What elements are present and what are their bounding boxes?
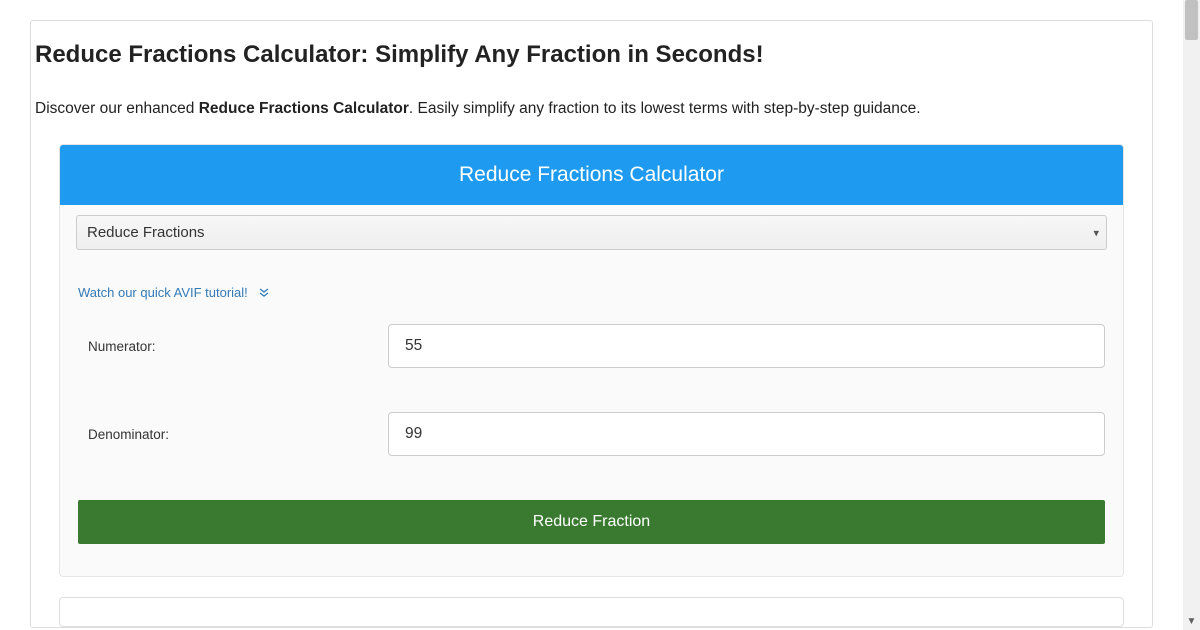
tutorial-link[interactable]: Watch our quick AVIF tutorial! <box>78 285 270 300</box>
vertical-scrollbar[interactable]: ▼ <box>1183 0 1200 630</box>
page-title: Reduce Fractions Calculator: Simplify An… <box>35 41 1152 69</box>
tutorial-link-text: Watch our quick AVIF tutorial! <box>78 285 248 300</box>
numerator-input[interactable] <box>388 324 1105 368</box>
intro-suffix: . Easily simplify any fraction to its lo… <box>409 100 921 117</box>
result-panel <box>59 597 1124 627</box>
scrollbar-down-arrow-icon[interactable]: ▼ <box>1183 613 1200 630</box>
reduce-fraction-button[interactable]: Reduce Fraction <box>78 500 1105 544</box>
calculator-header: Reduce Fractions Calculator <box>60 145 1123 205</box>
mode-select-wrap: Reduce Fractions ▾ <box>76 215 1107 250</box>
calculator-body: Reduce Fractions ▾ Watch our quick AVIF … <box>60 205 1123 576</box>
numerator-row: Numerator: <box>76 324 1107 368</box>
denominator-row: Denominator: <box>76 412 1107 456</box>
intro-prefix: Discover our enhanced <box>35 100 199 117</box>
denominator-input[interactable] <box>388 412 1105 456</box>
mode-select[interactable]: Reduce Fractions <box>76 215 1107 250</box>
scrollbar-thumb[interactable] <box>1185 0 1198 40</box>
content-card: Reduce Fractions Calculator: Simplify An… <box>30 20 1153 628</box>
intro-bold: Reduce Fractions Calculator <box>199 100 409 117</box>
numerator-label: Numerator: <box>78 339 388 354</box>
calculator-panel: Reduce Fractions Calculator Reduce Fract… <box>59 144 1124 577</box>
intro-paragraph: Discover our enhanced Reduce Fractions C… <box>35 97 1152 120</box>
double-chevron-down-icon <box>258 287 270 299</box>
denominator-label: Denominator: <box>78 427 388 442</box>
